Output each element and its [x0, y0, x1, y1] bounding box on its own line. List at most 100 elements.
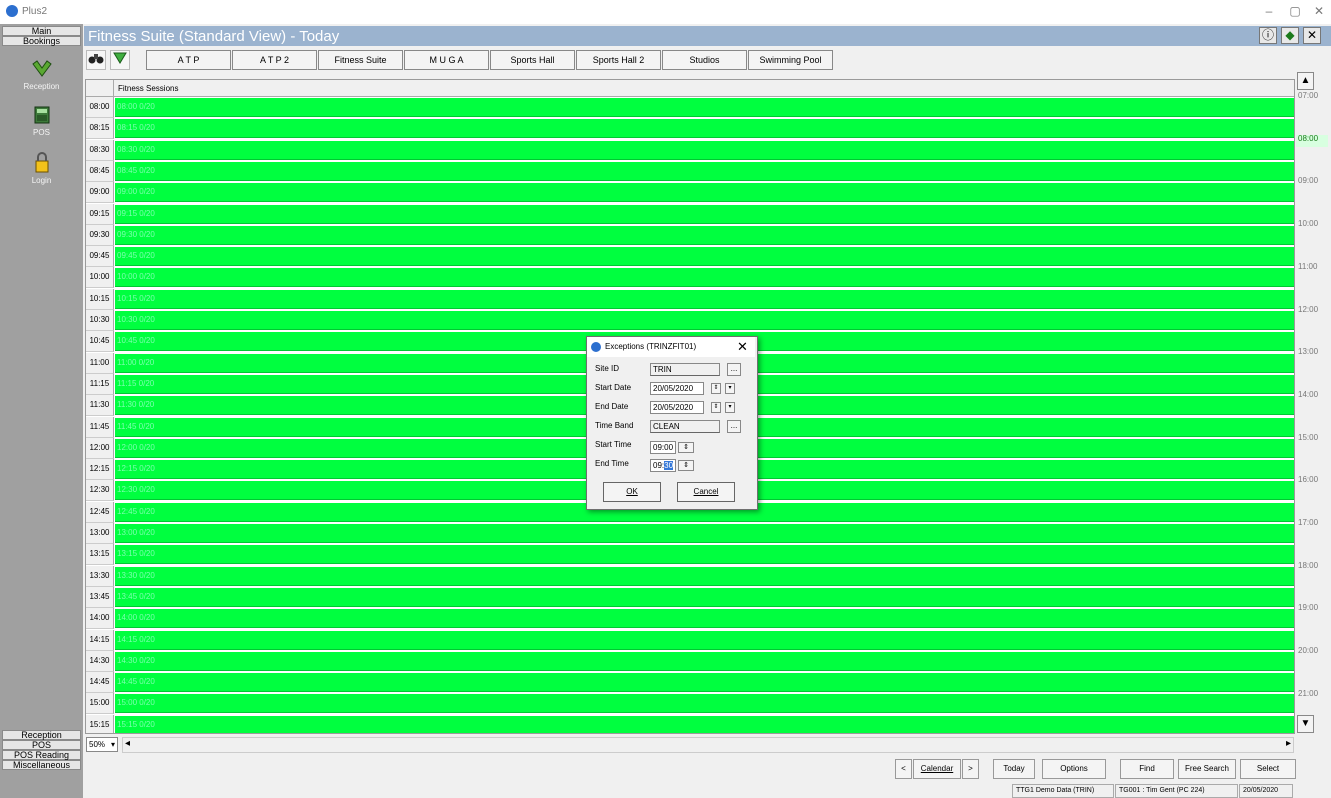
session-slot[interactable]: 09:15 0/20 — [115, 204, 1294, 224]
select-button[interactable]: Select — [1240, 759, 1296, 779]
session-slot[interactable]: 13:45 0/20 — [115, 587, 1294, 607]
ok-button[interactable]: OK — [603, 482, 661, 502]
session-slot[interactable]: 14:30 0/20 — [115, 651, 1294, 671]
time-band-field[interactable]: CLEAN — [650, 420, 720, 433]
options-button[interactable]: Options — [1042, 759, 1106, 779]
nav-item-login-label: Login — [31, 176, 52, 185]
today-button[interactable]: Today — [993, 759, 1035, 779]
end-date-spin-icon[interactable]: ⇕ — [711, 402, 721, 413]
ruler-time-label: 08:00 — [1298, 133, 1319, 143]
session-slot[interactable]: 13:00 0/20 — [115, 524, 1294, 543]
session-slot[interactable]: 09:30 0/20 — [115, 225, 1294, 245]
dialog-app-icon — [591, 342, 601, 352]
ruler-time-label: 11:00 — [1298, 261, 1318, 271]
grid-row: 09:30 09:30 0/20 — [86, 224, 1294, 246]
session-slot[interactable]: 13:30 0/20 — [115, 566, 1294, 586]
row-time: 14:30 — [86, 650, 114, 672]
exceptions-dialog: Exceptions (TRINZFIT01) ✕ Site ID TRIN .… — [586, 336, 758, 510]
status-database: TTG1 Demo Data (TRIN) — [1012, 784, 1114, 798]
horizontal-scrollbar[interactable]: ◂ ▸ — [122, 737, 1294, 753]
grid-row: 08:45 08:45 0/20 — [86, 160, 1294, 182]
nav-tab-bookings[interactable]: Bookings — [2, 36, 81, 46]
tab-sports-hall-2[interactable]: Sports Hall 2 — [576, 50, 661, 70]
scroll-right-icon[interactable]: ▸ — [1286, 738, 1291, 749]
tab-fitness-suite[interactable]: Fitness Suite — [318, 50, 403, 70]
end-time-field[interactable]: 09:30 — [650, 459, 676, 472]
session-slot[interactable]: 10:30 0/20 — [115, 311, 1294, 330]
tab-atp[interactable]: A T P — [146, 50, 231, 70]
dialog-close-button[interactable]: ✕ — [737, 339, 748, 355]
site-id-field[interactable]: TRIN — [650, 363, 720, 376]
nav-tab-main[interactable]: Main — [2, 26, 81, 36]
zoom-select[interactable]: 50% ▾ — [86, 737, 118, 752]
toolbar: A T P A T P 2 Fitness Suite M U G A Spor… — [84, 47, 1331, 73]
site-id-lookup-button[interactable]: ... — [727, 363, 741, 376]
tab-studios[interactable]: Studios — [662, 50, 747, 70]
session-slot[interactable]: 13:15 0/20 — [115, 545, 1294, 565]
nav-tab-miscellaneous[interactable]: Miscellaneous — [2, 760, 81, 770]
find-button[interactable]: Find — [1120, 759, 1174, 779]
grid-row: 08:30 08:30 0/20 — [86, 139, 1294, 161]
maximize-button[interactable]: ▢ — [1286, 4, 1304, 18]
session-slot[interactable]: 08:45 0/20 — [115, 161, 1294, 181]
row-time: 10:00 — [86, 267, 114, 289]
start-date-dropdown-icon[interactable]: ▾ — [725, 383, 735, 394]
binoculars-icon[interactable] — [86, 50, 106, 70]
tab-swimming-pool[interactable]: Swimming Pool — [748, 50, 833, 70]
grid-row: 14:00 14:00 0/20 — [86, 608, 1294, 630]
tab-atp2[interactable]: A T P 2 — [232, 50, 317, 70]
start-time-spinner-icon[interactable]: ⇕ — [678, 442, 694, 453]
session-slot[interactable]: 15:00 0/20 — [115, 694, 1294, 714]
session-slot[interactable]: 08:15 0/20 — [115, 119, 1294, 139]
session-slot[interactable]: 14:00 0/20 — [115, 609, 1294, 629]
grid-row: 14:15 14:15 0/20 — [86, 629, 1294, 651]
minimize-button[interactable]: – — [1260, 4, 1278, 18]
nav-item-reception-label: Reception — [23, 82, 60, 91]
filter-icon[interactable] — [110, 50, 130, 70]
scroll-up-button[interactable]: ▲ — [1297, 72, 1314, 90]
session-slot[interactable]: 10:00 0/20 — [115, 268, 1294, 288]
session-slot[interactable]: 14:15 0/20 — [115, 630, 1294, 650]
pos-icon — [34, 106, 49, 124]
start-date-field[interactable]: 20/05/2020 — [650, 382, 704, 395]
row-time: 12:45 — [86, 501, 114, 523]
grid-row: 13:15 13:15 0/20 — [86, 544, 1294, 566]
info-icon[interactable]: ⓘ — [1259, 27, 1277, 44]
session-slot[interactable]: 14:45 0/20 — [115, 673, 1294, 693]
start-date-spin-icon[interactable]: ⇕ — [711, 383, 721, 394]
end-date-dropdown-icon[interactable]: ▾ — [725, 402, 735, 413]
end-time-spinner-icon[interactable]: ⇕ — [678, 460, 694, 471]
close-panel-button[interactable]: ✕ — [1303, 27, 1321, 44]
nav-tab-pos-reading[interactable]: POS Reading — [2, 750, 81, 760]
end-date-field[interactable]: 20/05/2020 — [650, 401, 704, 414]
status-date: 20/05/2020 — [1239, 784, 1293, 798]
nav-tab-reception[interactable]: Reception — [2, 730, 81, 740]
tab-sports-hall[interactable]: Sports Hall — [490, 50, 575, 70]
row-time: 09:30 — [86, 224, 114, 246]
nav-item-pos[interactable]: POS — [0, 104, 83, 137]
session-slot[interactable]: 10:15 0/20 — [115, 289, 1294, 309]
session-slot[interactable]: 08:30 0/20 — [115, 140, 1294, 160]
nav-item-reception[interactable]: Reception — [0, 58, 83, 91]
cancel-button[interactable]: Cancel — [677, 482, 735, 502]
nav-item-login[interactable]: Login — [0, 152, 83, 185]
grid-row: 09:00 09:00 0/20 — [86, 182, 1294, 204]
close-window-button[interactable]: ✕ — [1310, 4, 1328, 18]
session-slot[interactable]: 08:00 0/20 — [115, 98, 1294, 117]
free-search-button[interactable]: Free Search — [1178, 759, 1236, 779]
nav-tab-pos[interactable]: POS — [2, 740, 81, 750]
start-time-field[interactable]: 09:00 — [650, 441, 676, 454]
previous-button[interactable]: < — [895, 759, 912, 779]
time-band-lookup-button[interactable]: ... — [727, 420, 741, 433]
next-button[interactable]: > — [962, 759, 979, 779]
session-slot[interactable]: 09:45 0/20 — [115, 247, 1294, 267]
scroll-left-icon[interactable]: ◂ — [125, 738, 130, 749]
session-slot[interactable]: 15:15 0/20 — [115, 715, 1294, 733]
site-id-label: Site ID — [595, 364, 620, 373]
tab-muga[interactable]: M U G A — [404, 50, 489, 70]
navigate-icon[interactable]: ◆ — [1281, 27, 1299, 44]
status-user: TG001 : Tim Gent (PC 224) — [1115, 784, 1238, 798]
scroll-down-button[interactable]: ▼ — [1297, 715, 1314, 733]
session-slot[interactable]: 09:00 0/20 — [115, 183, 1294, 203]
calendar-button[interactable]: Calendar — [913, 759, 961, 779]
